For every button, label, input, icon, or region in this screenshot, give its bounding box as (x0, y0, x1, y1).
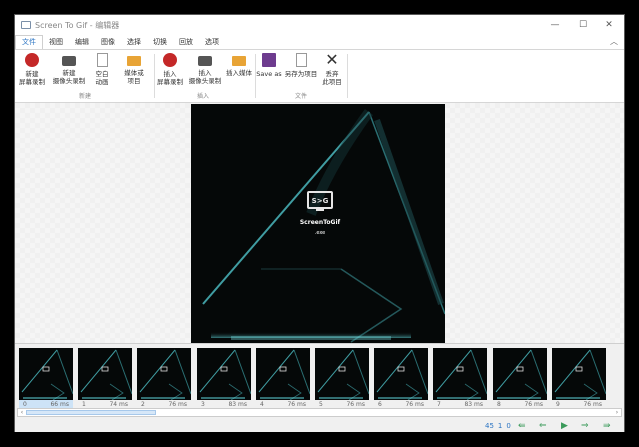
frame-thumbnail-image (19, 348, 73, 400)
current-frame-preview[interactable]: S>G ScreenToGif .exe (191, 104, 445, 343)
next-frame-icon[interactable]: ⇒ (581, 421, 589, 432)
project-file-icon (295, 53, 307, 67)
blank-animation-button[interactable]: 空白 动画 (91, 53, 113, 86)
tab-options[interactable]: 选项 (199, 36, 225, 49)
frame-thumbnail-image (137, 348, 191, 400)
frame-thumbnail[interactable]: 5 76 ms (315, 348, 369, 410)
save-as-button[interactable]: Save as (256, 53, 282, 78)
insert-webcam-recording-button[interactable]: 插入 摄像头录制 (185, 53, 225, 85)
frame-thumbnail[interactable]: 0 66 ms (19, 348, 73, 410)
monitor-icon (21, 21, 31, 29)
previous-frame-icon[interactable]: ⇐ (539, 421, 547, 432)
scroll-right-icon[interactable]: › (613, 409, 621, 416)
tab-edit[interactable]: 编辑 (69, 36, 95, 49)
close-button[interactable]: ✕ (596, 15, 622, 35)
ribbon-tabs: 文件 视图 编辑 图像 选择 切换 回放 选项 ︿ (15, 35, 624, 49)
frame-counters: 45 1 0 (485, 422, 511, 430)
save-as-project-button[interactable]: 另存为项目 (283, 53, 319, 78)
save-icon (262, 53, 276, 67)
play-icon[interactable]: ▶ (561, 421, 568, 432)
frame-thumbnail-image (552, 348, 606, 400)
frame-thumbnail[interactable]: 6 76 ms (374, 348, 428, 410)
frame-thumbnail-image (256, 348, 310, 400)
frame-thumbnail[interactable]: 3 83 ms (197, 348, 251, 410)
status-bar: 45 1 0 ⇚ ⇐ ▶ ⇒ ⇛ (15, 421, 624, 432)
minimize-button[interactable]: — (542, 15, 568, 35)
editor-window: Screen To Gif - 编辑器 — ☐ ✕ 文件 视图 编辑 图像 选择… (14, 14, 625, 432)
svg-text:S>G: S>G (312, 197, 329, 205)
frame-thumbnail-image (493, 348, 547, 400)
camera-icon (62, 56, 76, 66)
first-frame-icon[interactable]: ⇚ (518, 421, 526, 432)
timeline-scrollbar[interactable]: ‹ › (17, 408, 622, 417)
frame-thumbnail-image (433, 348, 487, 400)
insert-screen-recording-button[interactable]: 插入 屏幕录制 (155, 53, 185, 86)
folder-insert-icon (232, 56, 246, 66)
tab-image[interactable]: 图像 (95, 36, 121, 49)
collapse-ribbon-icon[interactable]: ︿ (610, 36, 618, 47)
ribbon-separator (347, 54, 348, 98)
frame-thumbnail[interactable]: 9 76 ms (552, 348, 606, 410)
group-label-file: 文件 (294, 93, 307, 100)
tab-view[interactable]: 视图 (43, 36, 69, 49)
discard-icon: ✕ (325, 50, 339, 69)
frame-thumbnail-image (374, 348, 428, 400)
media-or-project-button[interactable]: 媒体或 项目 (119, 53, 149, 85)
tab-transitions[interactable]: 切换 (147, 36, 173, 49)
scroll-left-icon[interactable]: ‹ (18, 409, 26, 416)
discard-project-button[interactable]: ✕ 丢弃 此项目 (319, 50, 345, 87)
selected-count: 1 (497, 422, 503, 430)
frame-count: 45 (485, 422, 494, 430)
new-webcam-recording-button[interactable]: 新建 摄像头录制 (49, 53, 89, 85)
frame-thumbnail[interactable]: 7 83 ms (433, 348, 487, 410)
canvas-area: S>G ScreenToGif .exe (15, 103, 624, 343)
new-screen-recording-button[interactable]: 新建 屏幕录制 (17, 53, 47, 86)
insert-media-button[interactable]: 插入媒体 (223, 53, 255, 77)
frame-logo-sub: .exe (315, 230, 325, 236)
camera-add-icon (198, 56, 212, 66)
frame-thumbnail[interactable]: 8 76 ms (493, 348, 547, 410)
group-label-insert: 插入 (196, 93, 209, 100)
frame-thumbnail[interactable]: 4 76 ms (256, 348, 310, 410)
tab-file[interactable]: 文件 (15, 35, 43, 49)
frame-artwork: S>G ScreenToGif .exe (191, 104, 445, 343)
frame-logo-title: ScreenToGif (300, 219, 341, 226)
title-bar: Screen To Gif - 编辑器 — ☐ ✕ (15, 15, 624, 35)
record-icon (25, 53, 39, 67)
group-label-new: 新建 (78, 93, 91, 100)
blank-page-icon (96, 53, 108, 67)
ribbon: 新建 屏幕录制 新建 摄像头录制 空白 动画 媒体或 项目 新建 插入 屏幕录制… (15, 49, 624, 103)
frame-timeline: 0 66 ms 1 74 ms 2 76 ms 3 83 ms 4 76 ms 5 76 ms 6 76 … (15, 343, 624, 421)
frame-thumbnail[interactable]: 1 74 ms (78, 348, 132, 410)
frame-thumbnail-image (78, 348, 132, 400)
window-title: Screen To Gif - 编辑器 (35, 20, 120, 30)
tab-select[interactable]: 选择 (121, 36, 147, 49)
scrollbar-thumb[interactable] (26, 410, 156, 415)
maximize-button[interactable]: ☐ (570, 15, 596, 35)
record-add-icon (163, 53, 177, 67)
tab-playback[interactable]: 回放 (173, 36, 199, 49)
frame-thumbnail-image (315, 348, 369, 400)
current-index: 0 (506, 422, 511, 430)
frame-thumbnail-image (197, 348, 251, 400)
frame-thumbnail[interactable]: 2 76 ms (137, 348, 191, 410)
folder-icon (127, 56, 141, 66)
last-frame-icon[interactable]: ⇛ (603, 421, 611, 432)
